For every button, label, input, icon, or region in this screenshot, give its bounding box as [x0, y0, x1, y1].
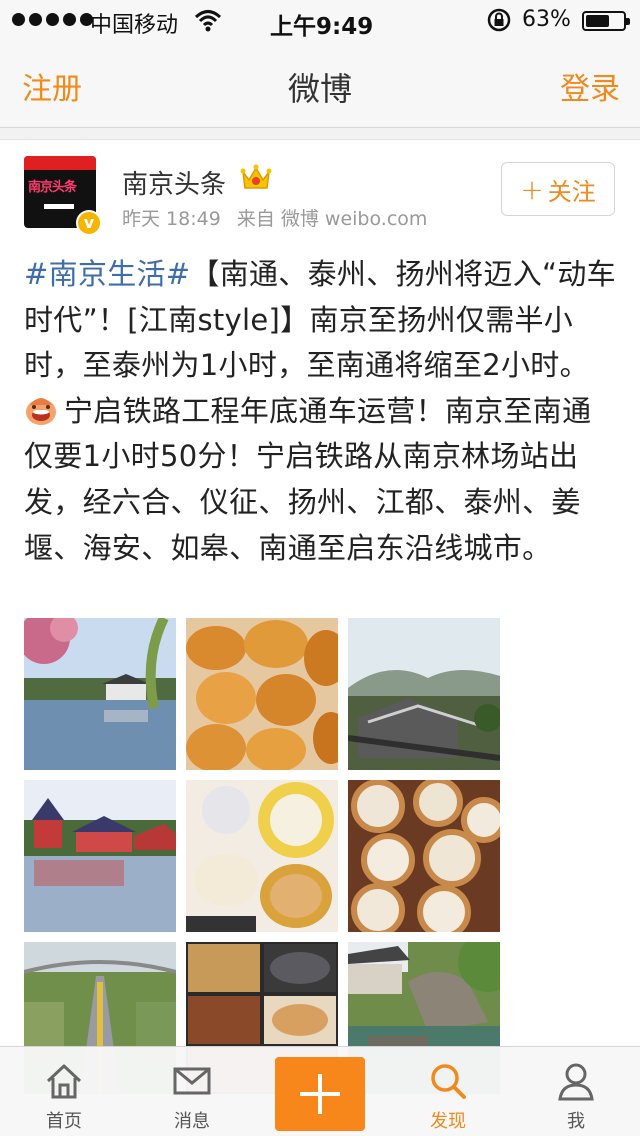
- mail-icon: [173, 1067, 211, 1095]
- tab-bar: 首页 消息 发现 我: [0, 1046, 640, 1136]
- section-divider: [0, 128, 640, 140]
- avatar-logo-text: 南京头条: [28, 180, 77, 195]
- post-meta: 昨天 18:49 来自 微博 weibo.com: [122, 204, 427, 231]
- wifi-icon: [194, 10, 222, 32]
- photo-old-town-rooftops[interactable]: [348, 618, 500, 770]
- photo-noodles-and-buns[interactable]: [186, 780, 338, 932]
- follow-label: 关注: [547, 177, 596, 206]
- status-bar: 中国移动 上午9:49 63%: [0, 0, 640, 40]
- battery-percent: 63%: [522, 7, 571, 32]
- home-icon: [46, 1064, 82, 1099]
- plus-icon-vertical: [318, 1074, 322, 1114]
- smiling-emoji-icon: [26, 397, 56, 425]
- post-text: #南京生活#【南通、泰州、扬州将迈入“动车时代”！[江南style]】南京至扬州…: [24, 252, 620, 571]
- carrier-name: 中国移动: [90, 13, 179, 38]
- tab-discover[interactable]: 发现: [384, 1047, 512, 1136]
- hashtag-link[interactable]: #南京生活#: [24, 257, 190, 291]
- page-title: 微博: [287, 70, 352, 108]
- photo-steamed-dumplings[interactable]: [348, 780, 500, 932]
- person-icon: [558, 1063, 594, 1101]
- battery-icon: [582, 11, 630, 31]
- search-icon: [431, 1064, 466, 1099]
- photo-fried-cakes[interactable]: [186, 618, 338, 770]
- tab-home-label: 首页: [46, 1111, 82, 1132]
- plus-icon: +: [520, 172, 544, 206]
- login-button[interactable]: 登录: [560, 64, 620, 108]
- tab-messages-label: 消息: [174, 1111, 210, 1132]
- image-grid: [24, 618, 500, 1094]
- photo-garden-pavilion-lake[interactable]: [24, 618, 176, 770]
- tab-home[interactable]: 首页: [0, 1047, 128, 1136]
- tab-me[interactable]: 我: [512, 1047, 640, 1136]
- post-text-part2: 宁启铁路工程年底通车运营！南京至南通仅要1小时50分！宁启铁路从南京林场站出发，…: [24, 393, 592, 565]
- signal-strength-icon: [12, 13, 93, 26]
- post-source: 来自 微博 weibo.com: [236, 208, 428, 230]
- clock: 上午9:49: [270, 14, 374, 40]
- verified-badge-icon: v: [76, 210, 102, 236]
- photo-pavilion-on-water[interactable]: [24, 780, 176, 932]
- tab-me-label: 我: [567, 1111, 585, 1132]
- rotation-lock-icon: [487, 8, 511, 32]
- tab-messages[interactable]: 消息: [128, 1047, 256, 1136]
- tab-discover-label: 发现: [430, 1111, 466, 1132]
- crown-icon: [240, 164, 272, 189]
- post-time: 昨天 18:49: [122, 208, 221, 230]
- compose-button[interactable]: [275, 1057, 365, 1131]
- author-name[interactable]: 南京头条: [122, 164, 226, 201]
- navigation-bar: 注册 微博 登录: [0, 40, 640, 128]
- follow-button[interactable]: + 关注: [501, 162, 615, 216]
